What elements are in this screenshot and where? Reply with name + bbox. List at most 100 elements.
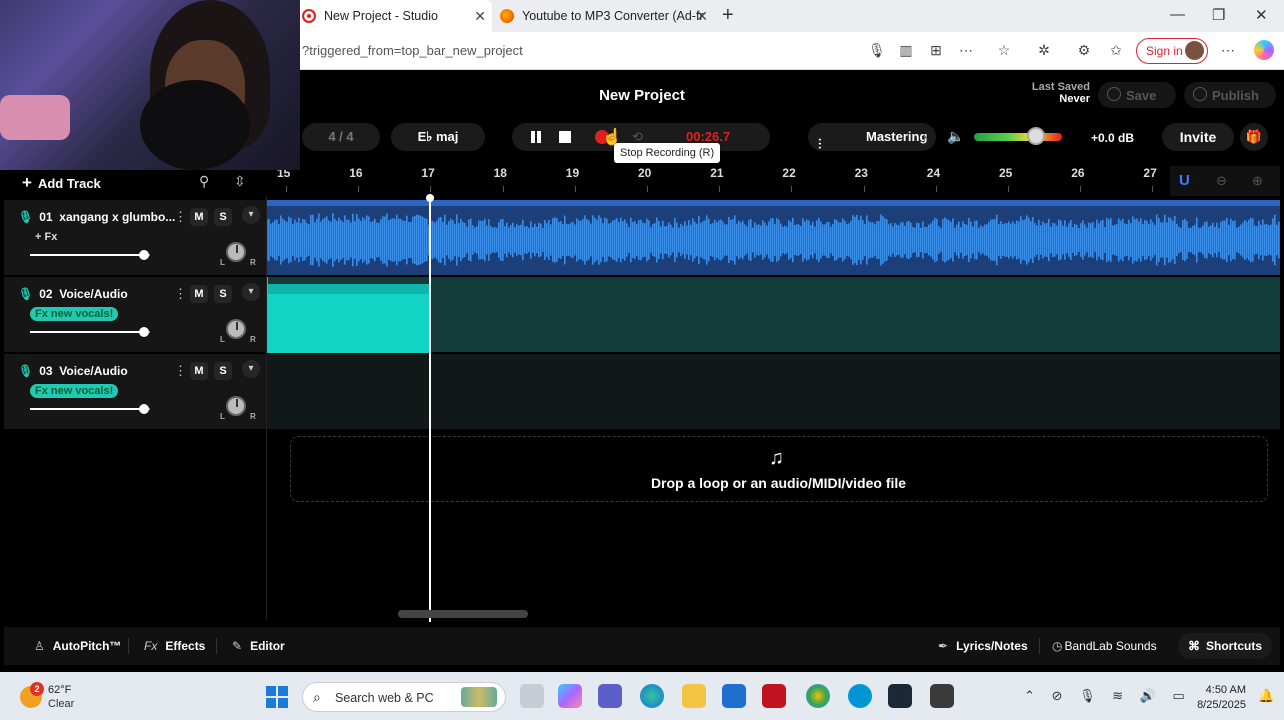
mcafee-icon[interactable]	[762, 684, 786, 708]
master-volume-slider[interactable]	[974, 133, 1062, 141]
effects-button[interactable]: Fx Effects	[144, 639, 205, 653]
playhead[interactable]	[426, 194, 435, 622]
track-menu-icon[interactable]: ⋮	[174, 209, 187, 225]
zoom-out-icon[interactable]: ⊖	[1216, 173, 1227, 189]
snap-magnet-icon[interactable]: U	[1179, 172, 1190, 189]
hp-icon[interactable]	[848, 684, 872, 708]
taskbar-search[interactable]: ⌕ Search web & PC	[302, 682, 506, 712]
mute-button[interactable]: M	[190, 362, 208, 380]
track-lane-03[interactable]	[266, 354, 1280, 430]
mastering-button[interactable]: ⫶ Mastering ›	[808, 123, 936, 152]
track-volume-slider[interactable]	[30, 404, 150, 414]
track-volume-slider[interactable]	[30, 327, 150, 337]
steam-icon[interactable]	[888, 684, 912, 708]
chevron-down-icon[interactable]: ▾	[242, 283, 260, 301]
track-header-01[interactable]: 🎙 01 xangang x glumbo... ⋮ M S ▾ + Fx L R	[4, 200, 266, 276]
horizontal-scrollbar[interactable]	[398, 610, 528, 618]
drop-zone[interactable]: ♫ Drop a loop or an audio/MIDI/video fil…	[290, 436, 1268, 502]
add-track-button[interactable]: + Add Track	[4, 168, 266, 194]
stop-icon[interactable]	[559, 131, 571, 143]
extensions-icon[interactable]: ✲	[1036, 42, 1052, 58]
zoom-in-icon[interactable]: ⊕	[1252, 173, 1263, 189]
volume-knob[interactable]	[139, 250, 149, 260]
fx-tag[interactable]: + Fx	[30, 230, 62, 244]
track-lane-02[interactable]	[266, 277, 1280, 353]
file-explorer-icon[interactable]	[682, 684, 706, 708]
volume-tray-icon[interactable]: 🔊	[1140, 688, 1156, 703]
system-clock[interactable]: 4:50 AM 8/25/2025	[1186, 683, 1246, 713]
sign-in-button[interactable]: Sign in	[1136, 38, 1208, 64]
solo-button[interactable]: S	[214, 362, 232, 380]
track-volume-slider[interactable]	[30, 250, 150, 260]
track-menu-icon[interactable]: ⋮	[174, 286, 187, 302]
solo-button[interactable]: S	[214, 208, 232, 226]
game-app-icon[interactable]	[930, 684, 954, 708]
recording-clip[interactable]	[266, 284, 431, 353]
new-tab-icon[interactable]: +	[722, 4, 734, 27]
timeline-ruler[interactable]: 15 16 17 18 19 20 21 22 23 24 25 26 27	[266, 166, 1280, 196]
chrome-icon[interactable]	[806, 684, 830, 708]
network-off-icon[interactable]: ⊘	[1052, 688, 1063, 703]
shortcuts-button[interactable]: ⌘ Shortcuts	[1178, 633, 1272, 659]
browser-menu-icon[interactable]: ⋯	[1220, 42, 1236, 58]
volume-knob[interactable]	[139, 404, 149, 414]
restore-icon[interactable]: ❐	[1212, 6, 1225, 24]
battery-icon[interactable]: ▭	[1173, 688, 1185, 703]
key-selector[interactable]: E♭ maj	[391, 123, 485, 151]
apps-icon[interactable]: ⊞	[928, 42, 944, 58]
store-icon[interactable]	[722, 684, 746, 708]
chevron-up-icon[interactable]: ⌃	[1024, 688, 1035, 703]
pan-knob[interactable]	[226, 319, 246, 339]
fx-tag[interactable]: Fx new vocals!	[30, 384, 119, 398]
bandlab-sounds-button[interactable]: ◷ BandLab Sounds	[1052, 639, 1157, 653]
solo-button[interactable]: S	[214, 285, 232, 303]
chevron-down-icon[interactable]: ▾	[242, 360, 260, 378]
tab-youtube-mp3[interactable]: Youtube to MP3 Converter (Ad-fr ✕	[492, 0, 714, 32]
notifications-icon[interactable]: 🔔	[1258, 688, 1274, 704]
window-close-icon[interactable]: ✕	[1255, 6, 1268, 24]
publish-button[interactable]: Publish	[1184, 82, 1276, 108]
performance-icon[interactable]: ⚙	[1076, 42, 1092, 58]
microphone-tray-icon[interactable]: 🎙	[1079, 688, 1096, 703]
close-icon[interactable]: ✕	[474, 8, 486, 25]
track-name[interactable]: 🎙 01 xangang x glumbo...	[18, 210, 176, 224]
task-view-icon[interactable]	[520, 684, 544, 708]
wifi-icon[interactable]: ≋	[1112, 688, 1123, 703]
volume-knob[interactable]	[139, 327, 149, 337]
time-signature[interactable]: 4 / 4	[302, 123, 380, 151]
editor-button[interactable]: ✎ Editor	[232, 639, 285, 653]
tuning-fork-icon[interactable]: ⚲	[199, 173, 209, 190]
microphone-icon[interactable]: 🎙	[868, 42, 886, 58]
reader-icon[interactable]: ▥	[898, 42, 914, 58]
copilot-app-icon[interactable]	[558, 684, 582, 708]
copilot-icon[interactable]	[1254, 40, 1274, 60]
speaker-icon[interactable]: 🔈	[947, 128, 964, 145]
loop-icon[interactable]: ⟲	[632, 130, 646, 144]
track-name[interactable]: 🎙 03 Voice/Audio	[18, 364, 176, 378]
autopitch-button[interactable]: ♙ AutoPitch™	[34, 639, 121, 653]
collapse-tracks-icon[interactable]: ⇳	[234, 173, 246, 190]
edge-icon[interactable]	[640, 684, 664, 708]
save-button[interactable]: Save	[1098, 82, 1176, 108]
collections-icon[interactable]: ✩	[1108, 42, 1124, 58]
pan-knob[interactable]	[226, 396, 246, 416]
mute-button[interactable]: M	[190, 208, 208, 226]
tab-new-project-studio[interactable]: New Project - Studio ✕	[294, 0, 492, 32]
windows-start-icon[interactable]	[266, 686, 288, 708]
master-volume-knob[interactable]	[1027, 127, 1046, 145]
track-menu-icon[interactable]: ⋮	[174, 363, 187, 379]
teams-icon[interactable]	[598, 684, 622, 708]
track-name[interactable]: 🎙 02 Voice/Audio	[18, 287, 176, 301]
gift-icon[interactable]: 🎁	[1240, 123, 1268, 151]
url-input[interactable]: ?triggered_from=top_bar_new_project	[302, 43, 523, 58]
pan-knob[interactable]	[226, 242, 246, 262]
mute-button[interactable]: M	[190, 285, 208, 303]
close-icon[interactable]: ✕	[696, 8, 708, 25]
weather-widget[interactable]: 2 62°F Clear	[20, 682, 100, 712]
track-lane-01[interactable]	[266, 200, 1280, 276]
chevron-down-icon[interactable]: ▾	[242, 206, 260, 224]
favorite-star-icon[interactable]: ☆	[996, 42, 1012, 58]
invite-button[interactable]: Invite	[1162, 123, 1234, 151]
fx-tag[interactable]: Fx new vocals!	[30, 307, 119, 321]
track-header-02[interactable]: 🎙 02 Voice/Audio ⋮ M S ▾ Fx new vocals! L R	[4, 277, 266, 353]
